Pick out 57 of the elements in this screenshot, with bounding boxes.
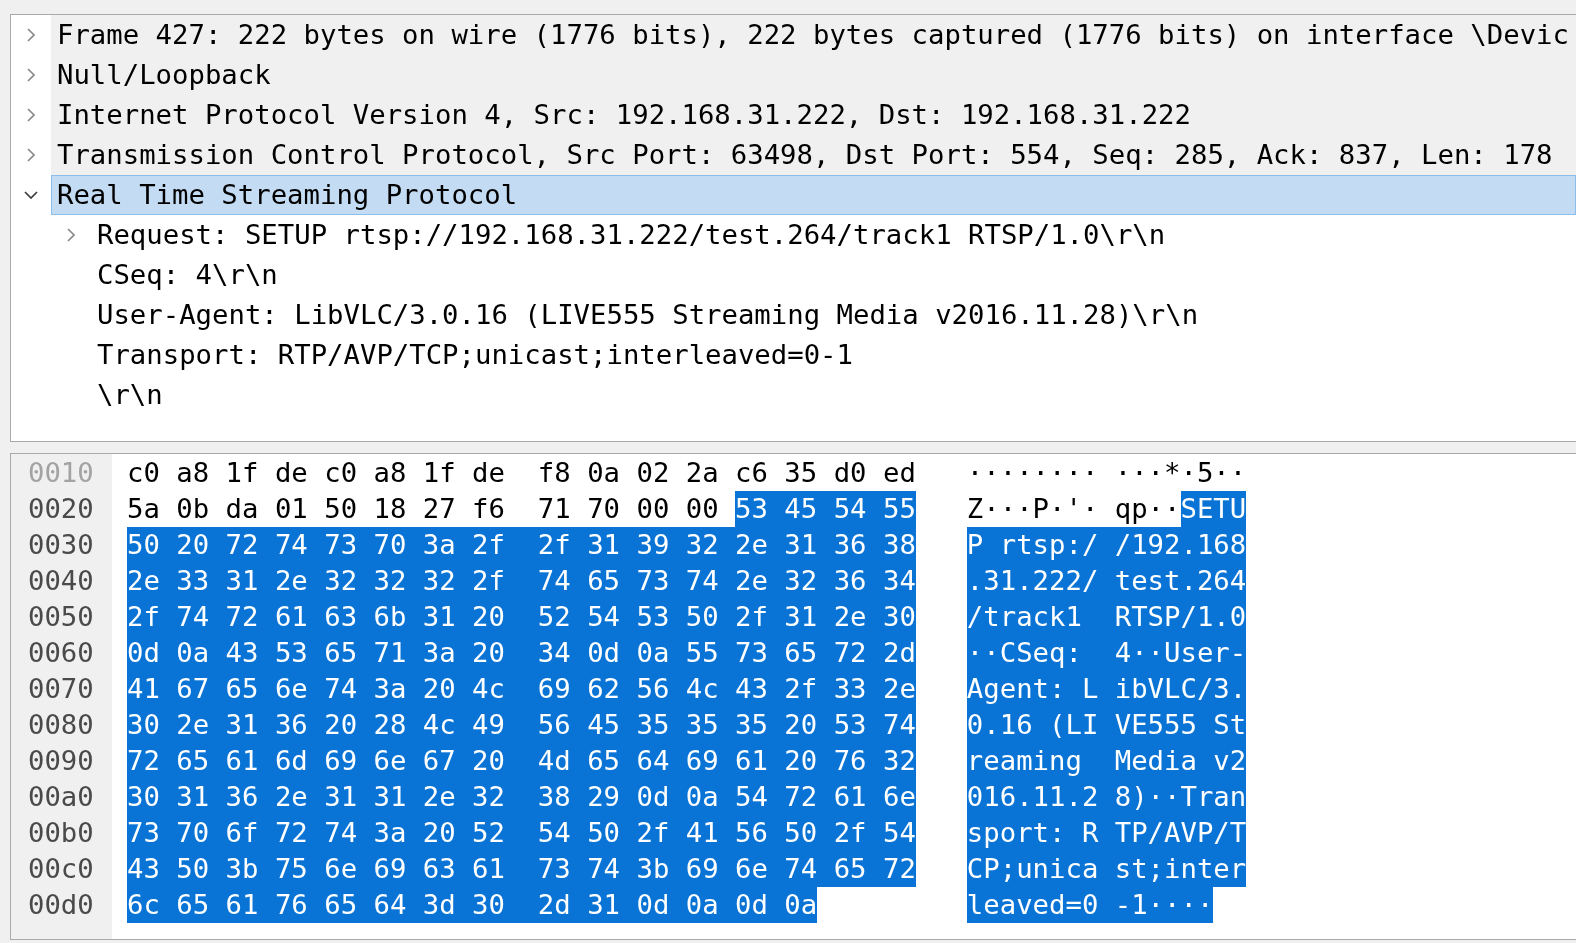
byte-offset: 00b0 <box>28 816 95 850</box>
hex-bytes: 30 2e 31 36 20 28 4c 49 56 45 35 35 35 20 53 74 <box>127 707 916 743</box>
byte-offset: 0060 <box>28 636 95 670</box>
hex-bytes: 6c 65 61 76 65 64 3d 30 2d 31 0d 0a 0d 0a <box>127 887 818 923</box>
hex-bytes: 50 20 72 74 73 70 3a 2f 2f 31 39 32 2e 31 36 38 <box>127 527 916 563</box>
ascii-text: Z···P·'· qp·· <box>966 492 1181 526</box>
tree-item[interactable]: Real Time Streaming Protocol <box>51 175 1576 215</box>
hex-bytes: 2f 74 72 61 63 6b 31 20 52 54 53 50 2f 31 2e 30 <box>127 599 916 635</box>
chevron-right-icon[interactable] <box>27 68 35 82</box>
ascii-text: ··CSeq: 4··User- <box>966 635 1247 671</box>
hex-bytes: 30 31 36 2e 31 31 2e 32 38 29 0d 0a 54 72 61 6e <box>127 779 916 815</box>
ascii-text: reaming Media v2 <box>966 743 1247 779</box>
byte-offset: 0050 <box>28 600 95 634</box>
tree-item[interactable]: Null/Loopback <box>51 55 1576 95</box>
byte-offset: 0040 <box>28 564 95 598</box>
byte-offset: 0030 <box>28 528 95 562</box>
hex-bytes: 2e 33 31 2e 32 32 32 2f 74 65 73 74 2e 32 36 34 <box>127 563 916 599</box>
byte-offset: 00a0 <box>28 780 95 814</box>
hex-bytes: 5a 0b da 01 50 18 27 f6 71 70 00 00 <box>127 492 720 526</box>
byte-offset: 0020 <box>28 492 95 526</box>
ascii-text: .31.222/ test.264 <box>966 563 1247 599</box>
hex-bytes: 43 50 3b 75 6e 69 63 61 73 74 3b 69 6e 74 65 72 <box>127 851 916 887</box>
hex-bytes: 72 65 61 6d 69 6e 67 20 4d 65 64 69 61 20 76 32 <box>127 743 916 779</box>
chevron-right-icon[interactable] <box>27 28 35 42</box>
ascii-text: /track1 RTSP/1.0 <box>966 599 1247 635</box>
byte-offset: 0090 <box>28 744 95 778</box>
byte-offset: 00c0 <box>28 852 95 886</box>
tree-item[interactable]: Internet Protocol Version 4, Src: 192.168.31.222, Dst: 192.168.31.222 <box>51 95 1576 135</box>
tree-item[interactable]: Transport: RTP/AVP/TCP;unicast;interleaved=0-1 <box>91 335 1576 375</box>
tree-item[interactable]: \r\n <box>91 375 1576 415</box>
ascii-text: P rtsp:/ /192.168 <box>966 527 1247 563</box>
hex-bytes: c0 a8 1f de c0 a8 1f de f8 0a 02 2a c6 35 d0 ed <box>127 456 916 490</box>
hex-bytes: 41 67 65 6e 74 3a 20 4c 69 62 56 4c 43 2f 33 2e <box>127 671 916 707</box>
ascii-text: sport: R TP/AVP/T <box>966 815 1247 851</box>
byte-offset: 0080 <box>28 708 95 742</box>
ascii-text: CP;unica st;inter <box>966 851 1247 887</box>
ascii-text: SETU <box>1180 491 1247 527</box>
ascii-text: leaved=0 -1···· <box>966 887 1214 923</box>
byte-offset: 0070 <box>28 672 95 706</box>
tree-item[interactable]: Request: SETUP rtsp://192.168.31.222/test.264/track1 RTSP/1.0\r\n <box>91 215 1576 255</box>
ascii-text: 0.16 (LI VE555 St <box>966 707 1247 743</box>
byte-offset: 0010 <box>28 456 95 490</box>
ascii-text: 016.11.2 8)··Tran <box>966 779 1247 815</box>
hex-bytes: 73 70 6f 72 74 3a 20 52 54 50 2f 41 56 50 2f 54 <box>127 815 916 851</box>
hex-bytes: 53 45 54 55 <box>735 491 916 527</box>
tree-item[interactable]: CSeq: 4\r\n <box>91 255 1576 295</box>
ascii-text: ········ ···*·5·· <box>966 456 1247 490</box>
chevron-right-icon[interactable] <box>67 228 75 242</box>
chevron-down-icon[interactable] <box>24 191 38 199</box>
tree-item[interactable]: Transmission Control Protocol, Src Port: 63498, Dst Port: 554, Seq: 285, Ack: 837, Len: 178 <box>51 135 1576 175</box>
hex-bytes: 0d 0a 43 53 65 71 3a 20 34 0d 0a 55 73 65 72 2d <box>127 635 916 671</box>
tree-item[interactable]: Frame 427: 222 bytes on wire (1776 bits), 222 bytes captured (1776 bits) on interface \Devic <box>51 15 1576 55</box>
ascii-text: Agent: L ibVLC/3. <box>966 671 1247 707</box>
chevron-right-icon[interactable] <box>27 148 35 162</box>
tree-item[interactable]: User-Agent: LibVLC/3.0.16 (LIVE555 Streaming Media v2016.11.28)\r\n <box>91 295 1576 335</box>
chevron-right-icon[interactable] <box>27 108 35 122</box>
byte-offset: 00d0 <box>28 888 95 922</box>
